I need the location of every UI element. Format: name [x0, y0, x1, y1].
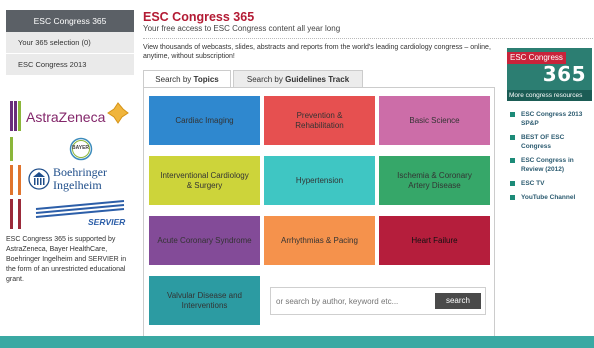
topic-hypertension[interactable]: Hypertension — [264, 156, 375, 205]
topic-ischemia-cad[interactable]: Ischemia & Coronary Artery Disease — [379, 156, 490, 205]
topic-prevention-rehabilitation[interactable]: Prevention & Rehabilitation — [264, 96, 375, 145]
more-resources-label: More congress resources — [507, 90, 592, 101]
topic-label: Basic Science — [409, 115, 460, 125]
resource-links: ESC Congress 2013 SP&P BEST OF ESC Congr… — [507, 110, 592, 202]
page: ESC Congress 365 Your 365 selection (0) … — [0, 0, 594, 338]
bullet-icon — [510, 135, 515, 140]
bullet-icon — [510, 181, 515, 186]
topic-label: Interventional Cardiology & Surgery — [160, 170, 249, 190]
topic-label: Hypertension — [295, 175, 344, 185]
resource-link[interactable]: ESC TV — [507, 179, 592, 188]
sidebar-header[interactable]: ESC Congress 365 — [6, 10, 134, 32]
search-input[interactable] — [272, 289, 432, 313]
bullet-icon — [510, 158, 515, 163]
astrazeneca-mark-icon — [107, 102, 129, 124]
main-content: ESC Congress 365 Your free access to ESC… — [143, 10, 594, 338]
tab-topics-prefix: Search by — [155, 75, 194, 84]
link-label: BEST OF ESC Congress — [521, 134, 565, 150]
footer-band — [0, 336, 594, 348]
topic-cardiac-imaging[interactable]: Cardiac Imaging — [149, 96, 260, 145]
topic-arrhythmias-pacing[interactable]: Arrhythmias & Pacing — [264, 216, 375, 265]
bayer-logo-text: BAYER — [72, 145, 90, 151]
topic-label: Valvular Disease and Interventions — [166, 290, 242, 310]
search-button[interactable]: search — [435, 293, 481, 309]
intro-text: View thousands of webcasts, slides, abst… — [143, 44, 491, 60]
topic-label: Heart Failure — [411, 235, 458, 245]
sponsor-note: ESC Congress 365 is supported by AstraZe… — [6, 236, 127, 283]
topic-label: Acute Coronary Syndrome — [157, 235, 252, 245]
bullet-icon — [510, 195, 515, 200]
congress-365-logo[interactable]: ESC Congress 365 — [507, 48, 592, 90]
page-title: ESC Congress 365 — [143, 10, 255, 24]
sponsor-logos: AstraZeneca BAYER Boehringer Ingelheim S… — [6, 101, 134, 283]
servier-logo-text: SERVIER — [88, 217, 126, 227]
left-sidebar: ESC Congress 365 Your 365 selection (0) … — [6, 10, 134, 283]
logo-number: 365 — [542, 62, 586, 86]
link-label: ESC Congress 2013 SP&P — [521, 111, 583, 127]
boehringer-building-icon — [28, 168, 50, 190]
resource-link[interactable]: ESC Congress in Review (2012) — [507, 156, 592, 174]
link-label: YouTube Channel — [521, 194, 576, 201]
search-box: search — [270, 287, 486, 315]
tab-guidelines-prefix: Search by — [246, 75, 286, 84]
tab-guidelines-label: Guidelines Track — [285, 75, 350, 84]
boehringer-logo: Boehringer Ingelheim — [53, 165, 107, 192]
page-subtitle: Your free access to ESC Congress content… — [143, 24, 341, 33]
link-label: ESC Congress in Review (2012) — [521, 157, 574, 173]
topic-label: Ischemia & Coronary Artery Disease — [397, 170, 472, 190]
topic-label: Cardiac Imaging — [175, 115, 234, 125]
resource-link[interactable]: YouTube Channel — [507, 193, 592, 202]
tab-search-by-guidelines[interactable]: Search by Guidelines Track — [233, 70, 363, 88]
right-sidebar: ESC Congress 365 More congress resources… — [507, 48, 592, 207]
tab-topics-label: Topics — [193, 75, 219, 84]
topic-heart-failure[interactable]: Heart Failure — [379, 216, 490, 265]
topic-label: Arrhythmias & Pacing — [281, 235, 358, 245]
sidebar-item-selection[interactable]: Your 365 selection (0) — [6, 32, 134, 54]
sidebar-item-congress-2013[interactable]: ESC Congress 2013 — [6, 54, 134, 76]
resource-link[interactable]: ESC Congress 2013 SP&P — [507, 110, 592, 128]
topic-acute-coronary-syndrome[interactable]: Acute Coronary Syndrome — [149, 216, 260, 265]
topic-interventional-cardiology[interactable]: Interventional Cardiology & Surgery — [149, 156, 260, 205]
topics-panel: Cardiac Imaging Prevention & Rehabilitat… — [143, 87, 495, 338]
topic-label: Prevention & Rehabilitation — [295, 110, 344, 130]
topic-basic-science[interactable]: Basic Science — [379, 96, 490, 145]
tab-search-by-topics[interactable]: Search by Topics — [143, 70, 231, 88]
bullet-icon — [510, 112, 515, 117]
astrazeneca-logo: AstraZeneca — [26, 109, 106, 125]
topic-valvular-disease[interactable]: Valvular Disease and Interventions — [149, 276, 260, 325]
resource-link[interactable]: BEST OF ESC Congress — [507, 133, 592, 151]
link-label: ESC TV — [521, 180, 545, 187]
dotted-divider — [143, 38, 594, 39]
